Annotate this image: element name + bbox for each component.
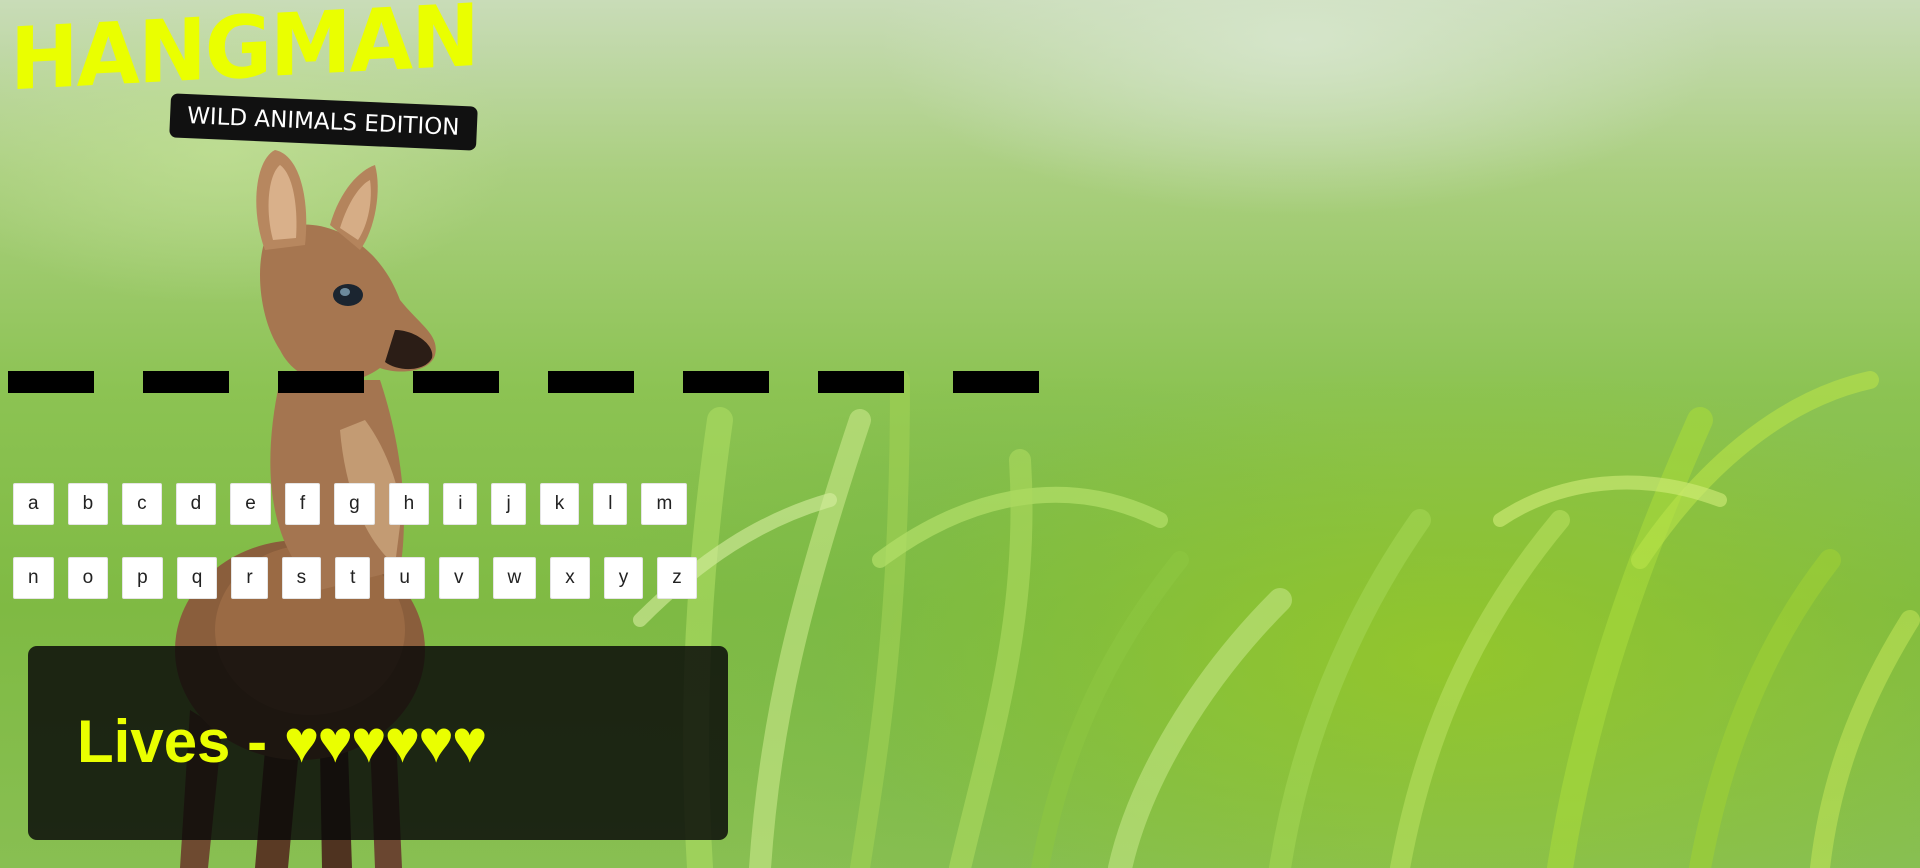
- letter-slot: [683, 371, 769, 393]
- game-background: HANGMAN WILD ANIMALS EDITION a b c d e f…: [0, 0, 1920, 868]
- letter-key-a[interactable]: a: [13, 483, 54, 525]
- letter-slot: [143, 371, 229, 393]
- lives-label: Lives -: [77, 708, 284, 775]
- letter-keyboard: a b c d e f g h i j k l m n o p q r s t …: [13, 483, 697, 631]
- keyboard-row-1: a b c d e f g h i j k l m: [13, 483, 697, 525]
- letter-slot: [8, 371, 94, 393]
- letter-slot: [953, 371, 1039, 393]
- keyboard-row-2: n o p q r s t u v w x y z: [13, 557, 697, 599]
- letter-key-t[interactable]: t: [335, 557, 371, 599]
- letter-key-y[interactable]: y: [603, 557, 644, 599]
- lives-display: Lives - ♥♥♥♥♥♥: [77, 712, 487, 772]
- letter-slot: [818, 371, 904, 393]
- letter-slot: [413, 371, 499, 393]
- letter-key-j[interactable]: j: [491, 483, 526, 525]
- letter-slot: [548, 371, 634, 393]
- letter-key-b[interactable]: b: [67, 483, 109, 525]
- letter-key-p[interactable]: p: [122, 557, 163, 599]
- letter-key-r[interactable]: r: [231, 557, 268, 599]
- letter-key-m[interactable]: m: [641, 483, 688, 525]
- letter-key-k[interactable]: k: [539, 483, 580, 525]
- word-slots: [8, 371, 1039, 393]
- letter-key-s[interactable]: s: [281, 557, 322, 599]
- letter-key-v[interactable]: v: [439, 557, 479, 599]
- letter-key-w[interactable]: w: [492, 557, 537, 599]
- letter-key-z[interactable]: z: [657, 557, 697, 599]
- letter-key-q[interactable]: q: [176, 557, 218, 599]
- lives-panel: Lives - ♥♥♥♥♥♥: [28, 646, 728, 840]
- letter-key-o[interactable]: o: [67, 557, 109, 599]
- letter-key-d[interactable]: d: [175, 483, 217, 525]
- letter-key-i[interactable]: i: [443, 483, 478, 525]
- letter-key-x[interactable]: x: [550, 557, 590, 599]
- letter-key-n[interactable]: n: [13, 557, 54, 599]
- letter-key-l[interactable]: l: [593, 483, 628, 525]
- letter-key-g[interactable]: g: [334, 483, 375, 525]
- letter-key-f[interactable]: f: [284, 483, 321, 525]
- letter-key-e[interactable]: e: [230, 483, 271, 525]
- game-title: HANGMAN: [10, 0, 478, 111]
- edition-badge: WILD ANIMALS EDITION: [169, 93, 478, 151]
- heart-icon: ♥♥♥♥♥♥: [283, 708, 488, 775]
- letter-key-c[interactable]: c: [122, 483, 162, 525]
- letter-key-h[interactable]: h: [388, 483, 430, 525]
- letter-slot: [278, 371, 364, 393]
- letter-key-u[interactable]: u: [384, 557, 425, 599]
